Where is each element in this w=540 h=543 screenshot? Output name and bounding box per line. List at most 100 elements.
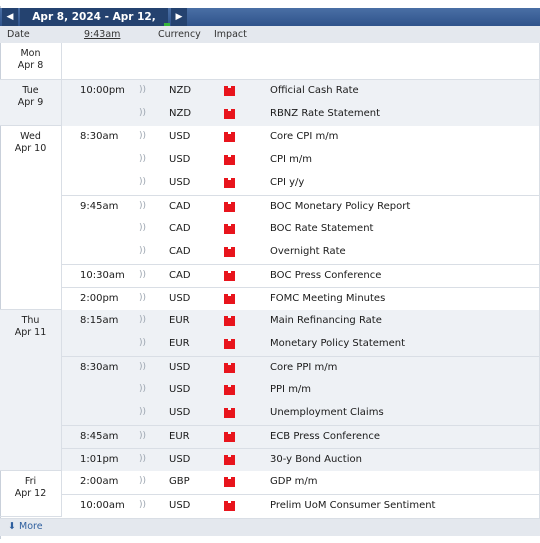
sound-icon[interactable]: )) xyxy=(139,431,146,441)
sound-icon[interactable]: )) xyxy=(139,131,146,141)
event-currency: USD xyxy=(169,454,191,465)
event-row[interactable]: 10:00pm)) NZD Official Cash Rate xyxy=(62,80,540,103)
sound-icon[interactable]: )) xyxy=(139,293,146,303)
event-row[interactable]: )) USD Unemployment Claims xyxy=(62,402,540,425)
red-folder-icon[interactable] xyxy=(224,316,235,326)
event-name[interactable]: Core PPI m/m xyxy=(270,362,337,373)
red-folder-icon[interactable] xyxy=(224,477,235,487)
chevron-left-icon[interactable]: ◀ xyxy=(2,8,18,26)
sound-icon[interactable]: )) xyxy=(139,407,146,417)
header-time-link[interactable]: 9:43am xyxy=(84,29,120,40)
date-range-label[interactable]: Apr 8, 2024 - Apr 12, 2024 xyxy=(20,8,168,41)
sound-icon[interactable]: )) xyxy=(139,85,146,95)
day-weekday: Fri xyxy=(24,476,37,487)
red-folder-icon[interactable] xyxy=(224,247,235,257)
event-row[interactable]: 10:30am)) CAD BOC Press Conference xyxy=(62,264,540,288)
sound-icon[interactable]: )) xyxy=(139,315,146,325)
event-name[interactable]: Official Cash Rate xyxy=(270,85,359,96)
more-link[interactable]: ⬇ More xyxy=(8,521,43,532)
sound-icon[interactable]: )) xyxy=(139,476,146,486)
red-folder-icon[interactable] xyxy=(224,385,235,395)
event-currency: CAD xyxy=(169,223,191,234)
event-currency: CAD xyxy=(169,246,191,257)
sound-icon[interactable]: )) xyxy=(139,201,146,211)
event-row[interactable]: 8:30am)) USD Core PPI m/m xyxy=(62,356,540,380)
red-folder-icon[interactable] xyxy=(224,109,235,119)
sound-icon[interactable]: )) xyxy=(139,500,146,510)
red-folder-icon[interactable] xyxy=(224,363,235,373)
event-name[interactable]: PPI m/m xyxy=(270,384,311,395)
red-folder-icon[interactable] xyxy=(224,501,235,511)
day-date: Apr 9 xyxy=(17,97,44,108)
sound-icon[interactable]: )) xyxy=(139,154,146,164)
download-arrow-icon: ⬇ xyxy=(8,521,16,532)
impact-folder-shape xyxy=(224,432,235,442)
event-row[interactable]: 8:30am)) USD Core CPI m/m xyxy=(62,126,540,149)
red-folder-icon[interactable] xyxy=(224,432,235,442)
event-name[interactable]: Main Refinancing Rate xyxy=(270,315,382,326)
event-name[interactable]: ECB Press Conference xyxy=(270,431,380,442)
prev-week-glyph: ◀ xyxy=(6,12,14,22)
event-name[interactable]: Core CPI m/m xyxy=(270,131,338,142)
event-name[interactable]: BOC Rate Statement xyxy=(270,223,373,234)
event-name[interactable]: Prelim UoM Consumer Sentiment xyxy=(270,500,435,511)
header-impact: Impact xyxy=(214,29,247,40)
event-name[interactable]: Overnight Rate xyxy=(270,246,346,257)
event-row[interactable]: 2:00pm)) USD FOMC Meeting Minutes xyxy=(62,287,540,311)
red-folder-icon[interactable] xyxy=(224,455,235,465)
red-folder-icon[interactable] xyxy=(224,294,235,304)
event-row[interactable]: 2:00am)) GBP GDP m/m xyxy=(62,471,540,494)
event-name[interactable]: BOC Monetary Policy Report xyxy=(270,201,410,212)
red-folder-icon[interactable] xyxy=(224,202,235,212)
impact-folder-shape xyxy=(224,155,235,165)
event-row[interactable]: 8:15am)) EUR Main Refinancing Rate xyxy=(62,310,540,333)
event-name[interactable]: FOMC Meeting Minutes xyxy=(270,293,385,304)
event-row[interactable]: 8:45am)) EUR ECB Press Conference xyxy=(62,425,540,449)
event-row[interactable]: 10:00am)) USD Prelim UoM Consumer Sentimen… xyxy=(62,494,540,518)
event-row[interactable]: )) USD CPI m/m xyxy=(62,149,540,172)
event-row[interactable]: )) USD CPI y/y xyxy=(62,172,540,195)
event-currency: USD xyxy=(169,362,191,373)
event-row[interactable]: )) USD PPI m/m xyxy=(62,379,540,402)
red-folder-icon[interactable] xyxy=(224,178,235,188)
impact-folder-shape xyxy=(224,316,235,326)
red-folder-icon[interactable] xyxy=(224,339,235,349)
red-folder-icon[interactable] xyxy=(224,271,235,281)
event-row[interactable]: )) CAD Overnight Rate xyxy=(62,241,540,264)
day-block: Thu Apr 11 8:15am)) EUR Main Refinancing Rat… xyxy=(0,310,540,472)
impact-folder-shape xyxy=(224,224,235,234)
event-name[interactable]: CPI y/y xyxy=(270,177,304,188)
chevron-right-icon[interactable]: ▶ xyxy=(171,8,187,26)
event-name[interactable]: BOC Press Conference xyxy=(270,270,381,281)
sound-icon[interactable]: )) xyxy=(139,177,146,187)
sound-icon[interactable]: )) xyxy=(139,223,146,233)
red-folder-icon[interactable] xyxy=(224,155,235,165)
event-row[interactable]: )) CAD BOC Rate Statement xyxy=(62,218,540,241)
sound-icon[interactable]: )) xyxy=(139,246,146,256)
event-name[interactable]: RBNZ Rate Statement xyxy=(270,108,380,119)
sound-icon[interactable]: )) xyxy=(139,384,146,394)
event-name[interactable]: Unemployment Claims xyxy=(270,407,384,418)
sound-icon[interactable]: )) xyxy=(139,270,146,280)
event-name[interactable]: Monetary Policy Statement xyxy=(270,338,405,349)
event-time: 9:45am xyxy=(80,201,119,212)
event-row[interactable]: 9:45am)) CAD BOC Monetary Policy Report xyxy=(62,195,540,219)
event-name[interactable]: 30-y Bond Auction xyxy=(270,454,362,465)
red-folder-icon[interactable] xyxy=(224,132,235,142)
day-label: Wed Apr 10 xyxy=(0,126,62,309)
sound-icon[interactable]: )) xyxy=(139,362,146,372)
red-folder-icon[interactable] xyxy=(224,86,235,96)
sound-icon[interactable]: )) xyxy=(139,108,146,118)
event-row[interactable]: )) EUR Monetary Policy Statement xyxy=(62,333,540,356)
red-folder-icon[interactable] xyxy=(224,408,235,418)
event-row[interactable]: )) NZD RBNZ Rate Statement xyxy=(62,103,540,126)
sound-icon[interactable]: )) xyxy=(139,454,146,464)
red-folder-icon[interactable] xyxy=(224,224,235,234)
event-name[interactable]: CPI m/m xyxy=(270,154,312,165)
event-row[interactable]: 1:01pm)) USD 30-y Bond Auction xyxy=(62,448,540,472)
day-weekday: Thu xyxy=(21,315,40,326)
event-name[interactable]: GDP m/m xyxy=(270,476,318,487)
sound-icon[interactable]: )) xyxy=(139,338,146,348)
day-date: Apr 11 xyxy=(14,327,47,338)
event-currency: EUR xyxy=(169,431,190,442)
